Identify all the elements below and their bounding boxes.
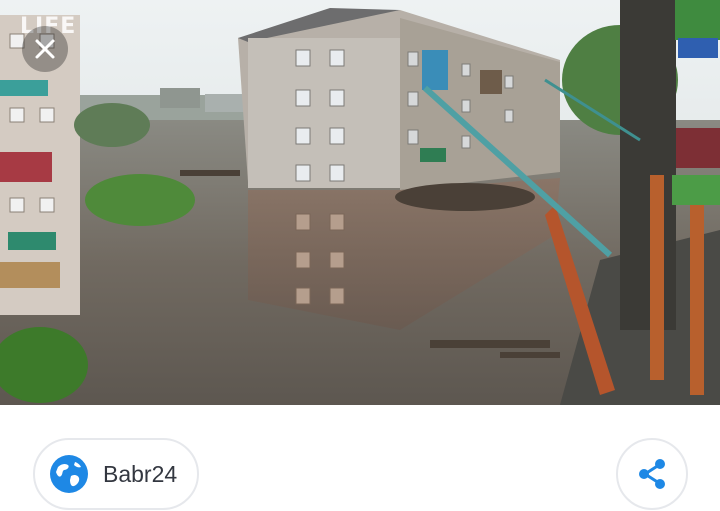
close-icon [35,39,55,59]
bottom-action-bar: Babr24 [0,405,720,511]
share-icon [639,459,665,489]
news-photo[interactable]: LIFE [0,0,720,405]
share-button[interactable] [616,438,688,510]
source-chip[interactable]: Babr24 [33,438,199,510]
source-name: Babr24 [103,460,178,487]
close-button[interactable] [22,26,68,72]
flood-scene-image [0,0,720,405]
globe-icon [49,454,89,494]
